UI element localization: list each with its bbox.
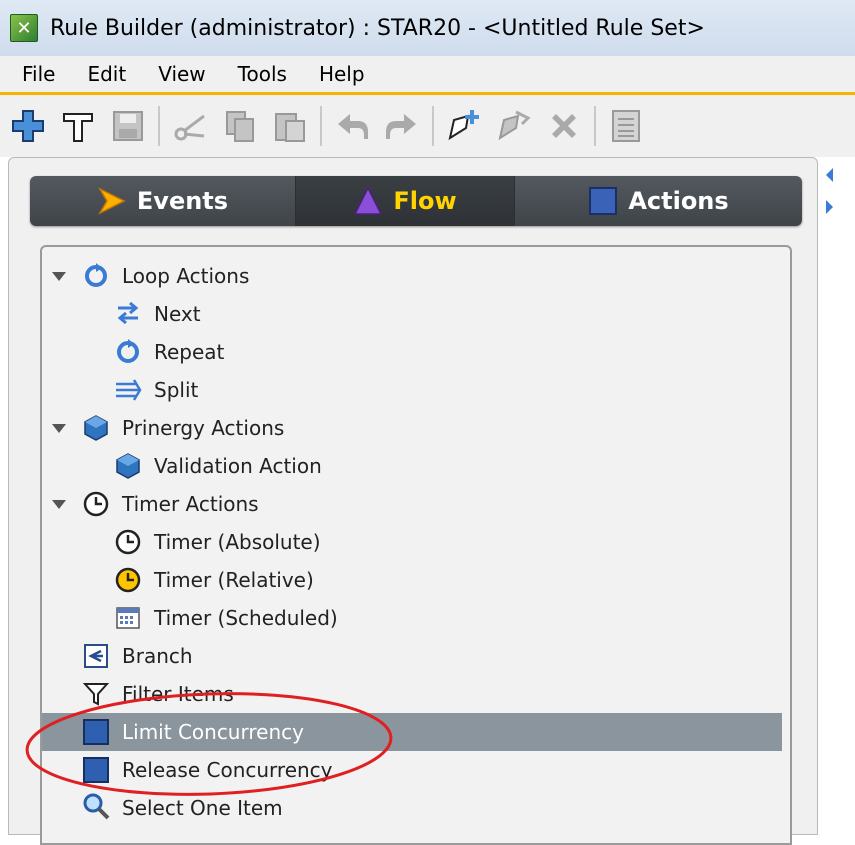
- filter-icon: [82, 680, 110, 708]
- tab-flow-label: Flow: [393, 187, 457, 215]
- clock-relative-icon: [114, 566, 142, 594]
- blue-square-icon: [82, 756, 110, 784]
- palette-tabs: Events Flow Actions: [30, 176, 802, 226]
- tree-item-prinergy-actions[interactable]: Prinergy Actions: [42, 409, 782, 447]
- menu-file[interactable]: File: [22, 62, 55, 86]
- validation-hex-icon: [114, 452, 142, 480]
- toolbar-separator: [594, 106, 596, 146]
- app-icon: ✕: [10, 14, 38, 42]
- toolbar-separator: [158, 106, 160, 146]
- tree-item-label: Filter Items: [122, 682, 234, 706]
- tree-item-select-one-item[interactable]: Select One Item: [42, 789, 782, 827]
- cut-icon[interactable]: [168, 104, 212, 148]
- magnifier-icon: [82, 792, 110, 820]
- title-bar: ✕ Rule Builder (administrator) : STAR20 …: [0, 0, 855, 56]
- tree-item-next[interactable]: Next: [42, 295, 782, 333]
- delete-icon[interactable]: [542, 104, 586, 148]
- calendar-icon: [114, 604, 142, 632]
- tree-item-timer-absolute[interactable]: Timer (Absolute): [42, 523, 782, 561]
- branch-icon: [82, 642, 110, 670]
- tree-item-label: Release Concurrency: [122, 758, 333, 782]
- tab-actions-label: Actions: [628, 187, 729, 215]
- toolbar-separator: [320, 106, 322, 146]
- tree-item-label: Loop Actions: [122, 264, 250, 288]
- toolbar-separator: [432, 106, 434, 146]
- tree-item-validation-action[interactable]: Validation Action: [42, 447, 782, 485]
- tree-item-label: Prinergy Actions: [122, 416, 285, 440]
- tree-item-label: Timer (Scheduled): [154, 606, 338, 630]
- tree-item-branch[interactable]: Branch: [42, 637, 782, 675]
- add-icon[interactable]: [6, 104, 50, 148]
- loop-icon: [82, 262, 110, 290]
- tree-item-label: Next: [154, 302, 201, 326]
- build-hammer-icon[interactable]: [56, 104, 100, 148]
- tree-item-label: Branch: [122, 644, 193, 668]
- copy-icon[interactable]: [218, 104, 262, 148]
- clock-icon: [82, 490, 110, 518]
- flow-tree: Loop Actions Next Repeat Split Prinergy …: [40, 245, 792, 845]
- tree-item-release-concurrency[interactable]: Release Concurrency: [42, 751, 782, 789]
- tab-events[interactable]: Events: [30, 176, 296, 226]
- next-arrow-icon: [114, 300, 142, 328]
- menu-tools[interactable]: Tools: [238, 62, 287, 86]
- tree-item-label: Split: [154, 378, 199, 402]
- tree-item-label: Timer Actions: [122, 492, 259, 516]
- tree-item-label: Repeat: [154, 340, 225, 364]
- tab-flow[interactable]: Flow: [296, 176, 515, 226]
- export-star-icon[interactable]: [492, 104, 536, 148]
- toolbar: [0, 95, 855, 157]
- expand-toggle-icon[interactable]: [52, 500, 66, 509]
- tree-item-label: Select One Item: [122, 796, 283, 820]
- menu-bar: File Edit View Tools Help: [0, 56, 855, 95]
- tree-item-timer-relative[interactable]: Timer (Relative): [42, 561, 782, 599]
- tree-item-loop-actions[interactable]: Loop Actions: [42, 257, 782, 295]
- expand-toggle-icon[interactable]: [52, 424, 66, 433]
- prinergy-hex-icon: [82, 414, 110, 442]
- tree-item-filter-items[interactable]: Filter Items: [42, 675, 782, 713]
- clock-icon: [114, 528, 142, 556]
- repeat-icon: [114, 338, 142, 366]
- save-icon[interactable]: [106, 104, 150, 148]
- list-icon[interactable]: [604, 104, 648, 148]
- tab-actions[interactable]: Actions: [515, 176, 802, 226]
- tree-item-label: Limit Concurrency: [122, 720, 304, 744]
- tab-events-label: Events: [136, 187, 229, 215]
- undo-icon[interactable]: [330, 104, 374, 148]
- new-star-icon[interactable]: [442, 104, 486, 148]
- actions-square-icon: [588, 186, 618, 216]
- tree-item-label: Validation Action: [154, 454, 322, 478]
- split-icon: [114, 376, 142, 404]
- tree-item-limit-concurrency[interactable]: Limit Concurrency: [42, 713, 782, 751]
- tree-item-label: Timer (Relative): [154, 568, 314, 592]
- collapse-left-icon[interactable]: [826, 168, 833, 182]
- side-arrows: [826, 168, 842, 232]
- events-arrow-icon: [97, 186, 127, 216]
- expand-right-icon[interactable]: [826, 200, 833, 214]
- tree-item-split[interactable]: Split: [42, 371, 782, 409]
- tree-item-timer-actions[interactable]: Timer Actions: [42, 485, 782, 523]
- paste-icon[interactable]: [268, 104, 312, 148]
- menu-edit[interactable]: Edit: [87, 62, 126, 86]
- expand-toggle-icon[interactable]: [52, 272, 66, 281]
- tree-item-label: Timer (Absolute): [154, 530, 321, 554]
- redo-icon[interactable]: [380, 104, 424, 148]
- window-title: Rule Builder (administrator) : STAR20 - …: [50, 15, 705, 41]
- flow-triangle-icon: [353, 186, 383, 216]
- tree-item-timer-scheduled[interactable]: Timer (Scheduled): [42, 599, 782, 637]
- menu-help[interactable]: Help: [319, 62, 365, 86]
- tree-item-repeat[interactable]: Repeat: [42, 333, 782, 371]
- menu-view[interactable]: View: [158, 62, 205, 86]
- blue-square-icon: [82, 718, 110, 746]
